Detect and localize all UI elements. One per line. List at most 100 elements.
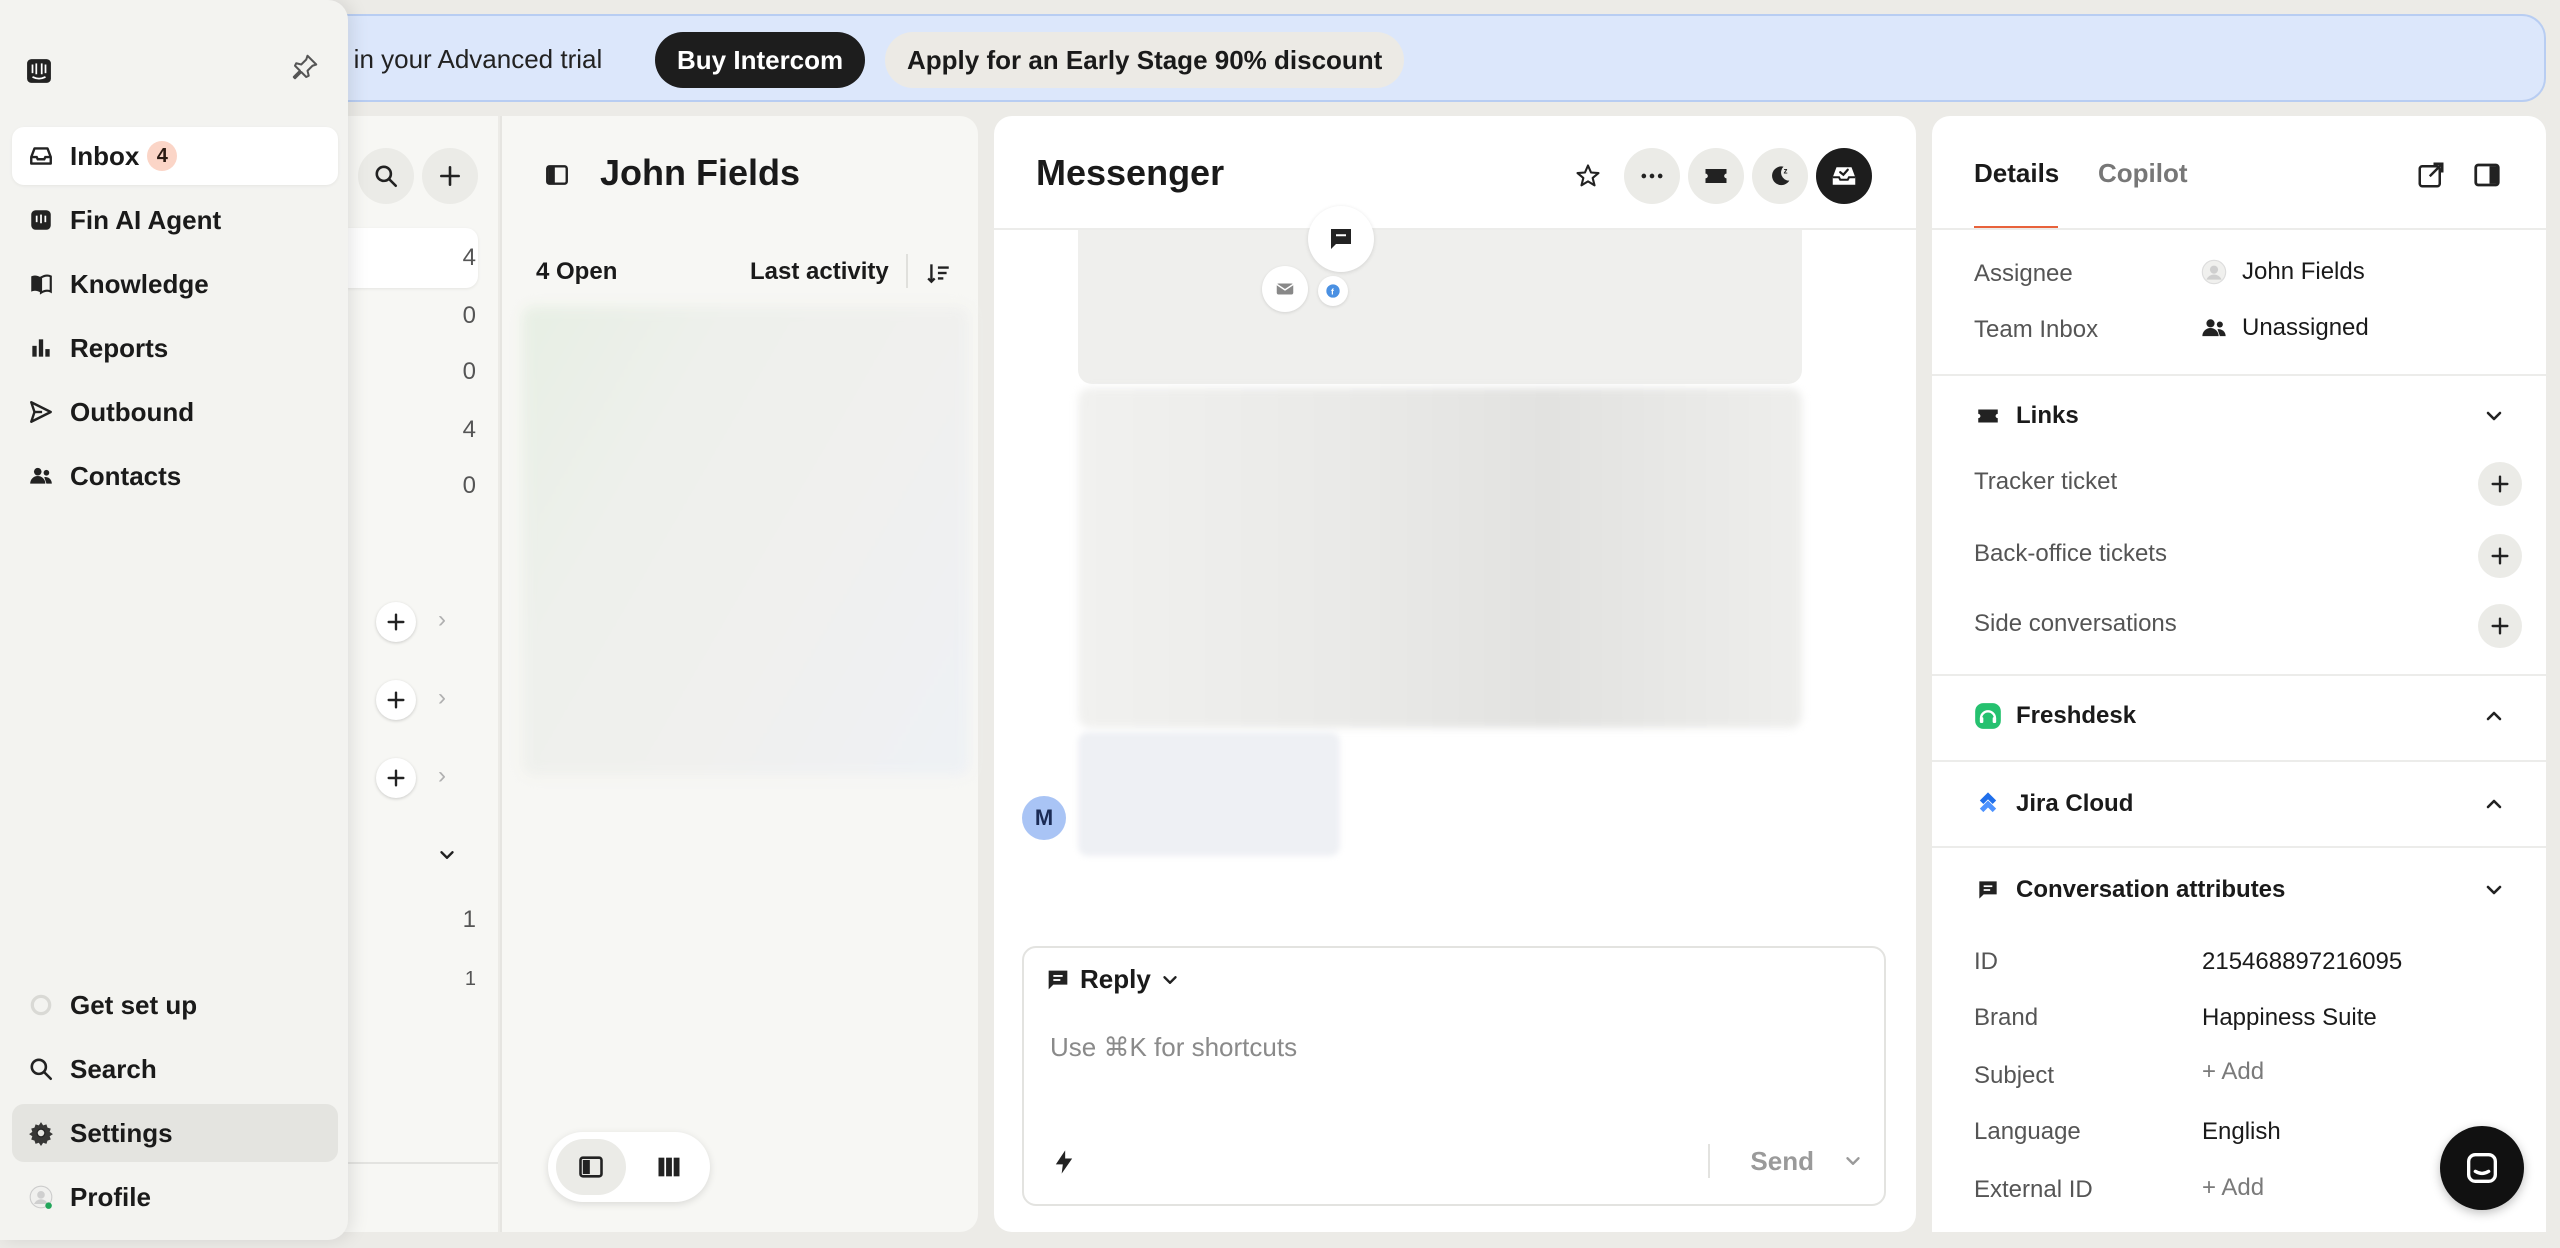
messenger-launcher-button[interactable] — [2440, 1126, 2524, 1210]
add-tracker-ticket-button[interactable] — [2478, 462, 2522, 506]
sidebar-item-search[interactable]: Search — [12, 1040, 338, 1098]
chevron-right-icon[interactable]: › — [438, 762, 446, 790]
sidebar-item-get-set-up[interactable]: Get set up — [12, 976, 338, 1034]
team-inbox-name: Unassigned — [2242, 314, 2369, 341]
attribute-value[interactable]: 215468897216095 — [2202, 948, 2402, 976]
more-options-button[interactable] — [1624, 148, 1680, 204]
single-pane-icon — [579, 1156, 603, 1178]
chat-bubble-icon — [1308, 206, 1374, 272]
chevron-right-icon[interactable]: › — [438, 606, 446, 634]
plus-icon — [387, 769, 405, 787]
messenger-icon — [2467, 1153, 2497, 1183]
chevron-down-icon — [1163, 975, 1177, 984]
freshdesk-section-header[interactable]: Freshdesk — [1974, 702, 2136, 730]
plus-icon — [440, 166, 460, 186]
reply-mode-dropdown[interactable]: Reply — [1044, 964, 1181, 995]
panel-toggle-icon[interactable] — [2472, 160, 2502, 190]
inbox-count: 0 — [462, 302, 476, 329]
sidebar-item-knowledge[interactable]: Knowledge — [12, 255, 338, 313]
add-section-button[interactable] — [376, 680, 416, 720]
sidebar-item-label: Profile — [70, 1181, 151, 1212]
conversation-attributes-header[interactable]: Conversation attributes — [1974, 876, 2285, 904]
send-button[interactable]: Send — [1750, 1146, 1814, 1177]
attribute-label: Language — [1974, 1118, 2081, 1145]
reply-chat-icon — [1048, 970, 1068, 989]
reply-label: Reply — [1080, 964, 1151, 994]
attribute-value[interactable]: Happiness Suite — [2202, 1004, 2377, 1032]
columns-view-button[interactable] — [634, 1139, 704, 1195]
inbox-count: 1 — [462, 906, 476, 933]
fin-ai-agent-icon — [31, 210, 51, 230]
chevron-down-icon[interactable] — [1842, 1150, 1864, 1172]
view-toggle — [548, 1132, 710, 1202]
attribute-value[interactable]: English — [2202, 1118, 2281, 1146]
conversation-list-item[interactable] — [522, 306, 970, 776]
open-count[interactable]: 4 Open — [536, 258, 617, 286]
book-icon — [31, 274, 52, 295]
tab-details[interactable]: Details — [1974, 158, 2059, 189]
inbox-count: 1 — [464, 968, 476, 990]
snooze-button[interactable]: z — [1752, 148, 1808, 204]
sidebar-item-outbound[interactable]: Outbound — [12, 383, 338, 441]
team-inbox-value[interactable]: Unassigned — [2200, 314, 2369, 342]
sidebar-item-profile[interactable]: Profile — [12, 1168, 338, 1226]
divider — [1932, 674, 2546, 676]
chevron-down-icon[interactable] — [2482, 404, 2506, 428]
chat-bubble-icon — [1979, 881, 1997, 899]
close-conversation-button[interactable] — [1816, 148, 1872, 204]
sidebar-item-label: Outbound — [70, 396, 195, 427]
sidebar-item-contacts[interactable]: Contacts — [12, 447, 338, 505]
pin-icon[interactable] — [290, 52, 320, 82]
conversation-title: Messenger — [1036, 152, 1225, 193]
gear-icon — [29, 1122, 53, 1146]
team-inbox-label: Team Inbox — [1974, 316, 2099, 343]
tracker-ticket-label: Tracker ticket — [1974, 468, 2118, 495]
sidebar-toggle-icon[interactable] — [544, 162, 570, 188]
star-button[interactable] — [1560, 148, 1616, 204]
chevron-down-icon[interactable] — [436, 844, 458, 866]
external-link-icon[interactable] — [2416, 160, 2446, 190]
sort-order-icon[interactable] — [926, 260, 952, 286]
chevron-up-icon[interactable] — [2482, 704, 2506, 728]
links-section-header[interactable]: Links — [1974, 402, 2079, 430]
add-section-button[interactable] — [376, 602, 416, 642]
early-stage-discount-button[interactable]: Apply for an Early Stage 90% discount — [885, 32, 1405, 88]
add-subject-button[interactable]: + Add — [2202, 1058, 2264, 1086]
attribute-label: ID — [1974, 948, 1998, 975]
list-title: John Fields — [600, 152, 801, 193]
sidebar-item-inbox[interactable]: Inbox 4 — [12, 127, 338, 185]
add-external-id-button[interactable]: + Add — [2202, 1174, 2264, 1202]
composer-placeholder[interactable]: Use ⌘K for shortcuts — [1050, 1032, 1297, 1063]
jira-icon — [1979, 792, 1997, 813]
sidebar-item-settings[interactable]: Settings — [12, 1104, 338, 1162]
attribute-label: External ID — [1974, 1176, 2093, 1203]
sort-dropdown[interactable]: Last activity — [750, 258, 889, 286]
ticket-button[interactable] — [1688, 148, 1744, 204]
jira-section-header[interactable]: Jira Cloud — [1974, 790, 2133, 818]
intercom-logo-icon[interactable] — [26, 58, 52, 84]
tab-copilot[interactable]: Copilot — [2098, 158, 2188, 189]
assignee-value[interactable]: John Fields — [2200, 258, 2365, 286]
reply-composer[interactable]: Reply Use ⌘K for shortcuts Send — [1022, 946, 1886, 1206]
sidebar-item-reports[interactable]: Reports — [12, 319, 338, 377]
buy-intercom-button[interactable]: Buy Intercom — [655, 32, 866, 88]
add-section-button[interactable] — [376, 758, 416, 798]
inbox-icon — [30, 147, 52, 165]
svg-text:z: z — [1784, 167, 1788, 176]
contacts-icon — [30, 467, 52, 484]
inbox-count: 0 — [462, 358, 476, 385]
search-icon — [375, 165, 398, 188]
sidebar-item-fin-ai-agent[interactable]: Fin AI Agent — [12, 191, 338, 249]
chevron-right-icon[interactable]: › — [438, 684, 446, 712]
add-back-office-ticket-button[interactable] — [2478, 534, 2522, 578]
search-inbox-button[interactable] — [358, 148, 414, 204]
add-side-conversation-button[interactable] — [2478, 604, 2522, 648]
links-title: Links — [2016, 402, 2079, 429]
single-pane-view-button[interactable] — [556, 1139, 626, 1195]
plus-icon — [2491, 617, 2509, 635]
chevron-down-icon[interactable] — [2482, 878, 2506, 902]
chevron-up-icon[interactable] — [2482, 792, 2506, 816]
snooze-moon-icon: z — [1772, 166, 1790, 186]
lightning-icon[interactable] — [1050, 1148, 1078, 1176]
new-conversation-button[interactable] — [422, 148, 478, 204]
